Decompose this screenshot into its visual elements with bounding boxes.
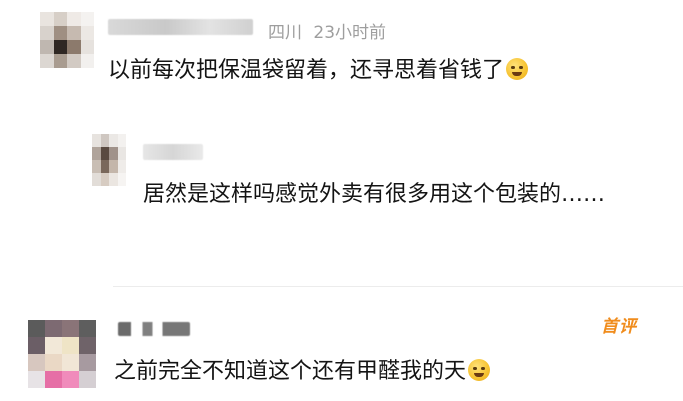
laughing-crying-emoji-icon (506, 58, 529, 80)
avatar[interactable] (92, 134, 126, 186)
comment-text: 以前每次把保温袋留着，还寻思着省钱了 (108, 51, 529, 91)
reply-text: 居然是这样吗感觉外卖有很多用这个包装的…… (143, 182, 606, 207)
reply-1: 居然是这样吗感觉外卖有很多用这个包装的…… (0, 120, 683, 270)
comment-1: 四川 23小时前 以前每次把保温袋留着，还寻思着省钱了 (0, 0, 683, 110)
avatar[interactable] (40, 12, 94, 68)
username-blurred[interactable] (143, 144, 203, 160)
timestamp: 23小时前 (313, 23, 387, 43)
avatar[interactable] (28, 320, 96, 388)
comment-text: 之前完全不知道这个还有甲醛我的天 (114, 352, 491, 392)
username-blurred[interactable] (118, 322, 190, 336)
comment-2: 之前完全不知道这个还有甲醛我的天 (0, 300, 683, 401)
fearful-emoji-icon (468, 359, 491, 381)
location-label: 四川 (268, 23, 302, 43)
first-comment-badge: 首评 (601, 317, 637, 337)
divider (113, 286, 683, 287)
comment-meta: 四川 23小时前 (268, 18, 386, 43)
username-blurred[interactable] (108, 19, 253, 35)
